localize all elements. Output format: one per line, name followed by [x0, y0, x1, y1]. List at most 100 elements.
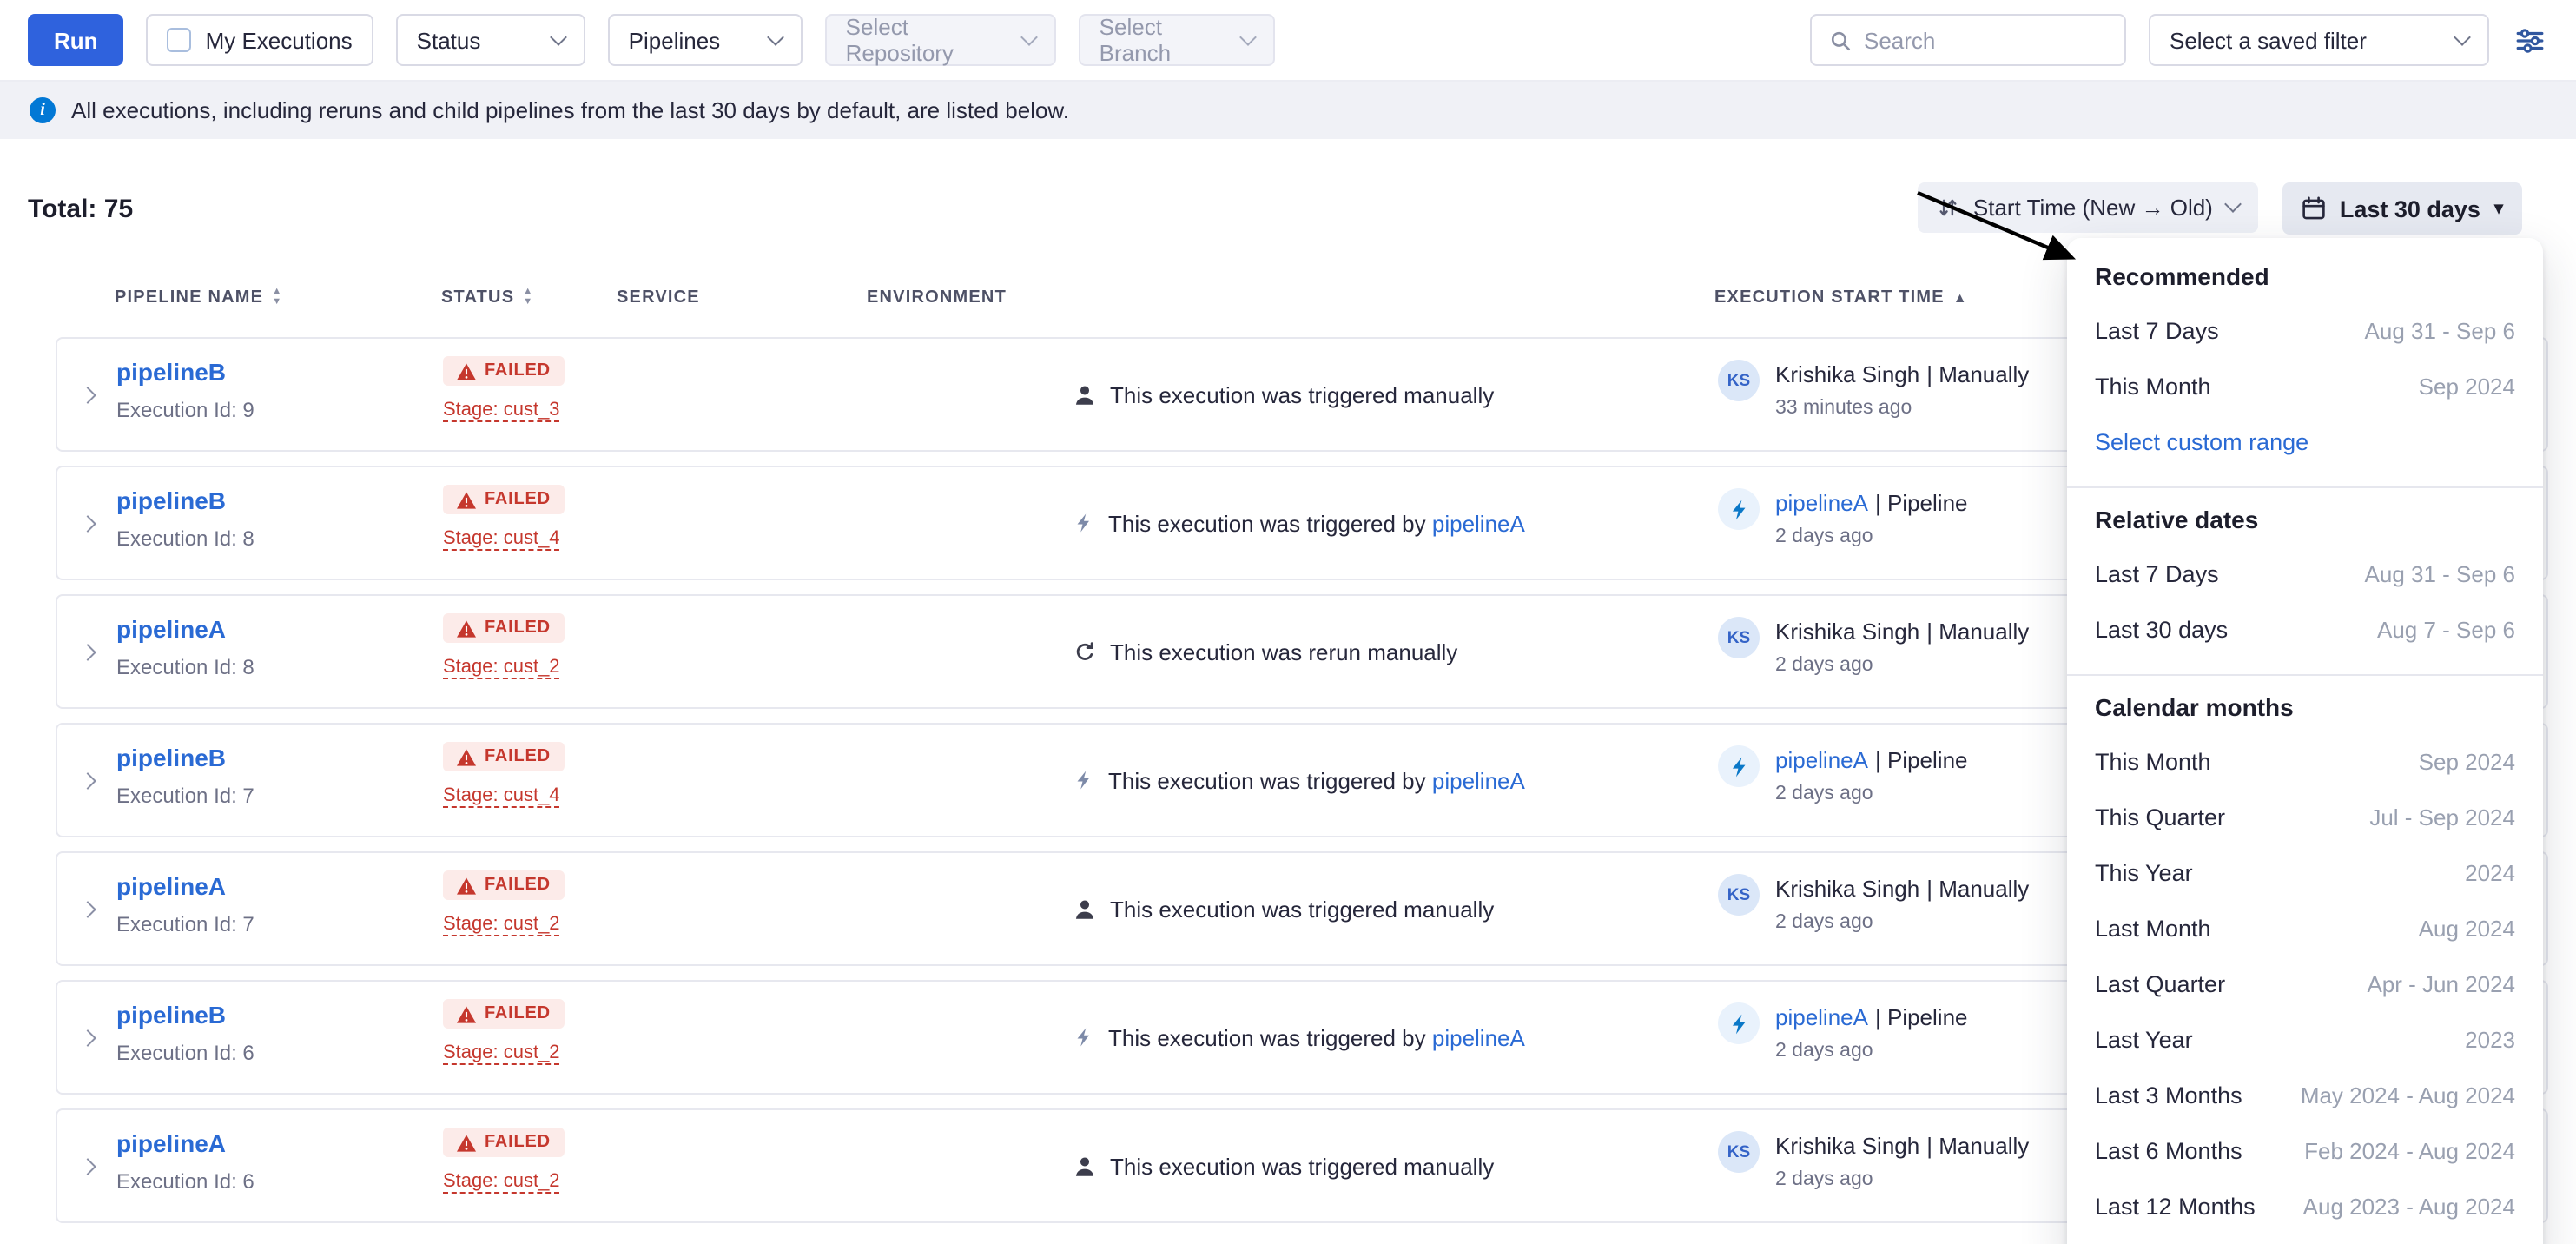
expand-row-icon[interactable] — [79, 1158, 96, 1175]
pipelines-filter-select[interactable]: Pipelines — [608, 14, 803, 66]
date-option-range: 2023 — [2465, 1026, 2515, 1052]
execution-id: Execution Id: 7 — [116, 912, 254, 936]
expand-row-icon[interactable] — [79, 644, 96, 661]
chevron-down-icon — [2224, 195, 2242, 213]
search-icon — [1829, 29, 1852, 51]
status-label: FAILED — [485, 619, 551, 638]
failed-stage-link[interactable]: Stage: cust_3 — [443, 399, 560, 421]
saved-filter-select[interactable]: Select a saved filter — [2149, 14, 2489, 66]
trigger-type-icon — [1073, 897, 1096, 920]
date-option-last-7-days[interactable]: Last 7 DaysAug 31 - Sep 6 — [2095, 302, 2515, 358]
pipeline-name-link[interactable]: pipelineB — [116, 486, 226, 514]
calendar-icon — [2302, 196, 2326, 221]
failed-stage-link[interactable]: Stage: cust_4 — [443, 784, 560, 807]
list-controls: Start Time (New → Old) Last 30 days ▾ — [1918, 182, 2522, 235]
search-box[interactable] — [1810, 14, 2126, 66]
starter-name[interactable]: pipelineA — [1775, 490, 1868, 516]
failed-stage-link[interactable]: Stage: cust_4 — [443, 527, 560, 550]
date-option-last-6-months[interactable]: Last 6 MonthsFeb 2024 - Aug 2024 — [2095, 1122, 2515, 1178]
date-option-label: This Month — [2095, 748, 2211, 774]
trigger-type-icon — [1073, 513, 1094, 533]
starter-name[interactable]: pipelineA — [1775, 1004, 1868, 1030]
repository-filter-select[interactable]: Select Repository — [825, 14, 1056, 66]
date-option-label: Last Month — [2095, 915, 2211, 941]
failed-stage-link[interactable]: Stage: cust_2 — [443, 1170, 560, 1193]
date-option-last-month[interactable]: Last MonthAug 2024 — [2095, 900, 2515, 956]
chevron-down-icon — [1020, 28, 1038, 45]
sort-ascending-icon[interactable]: ▲ — [1953, 291, 1968, 305]
column-environment: ENVIRONMENT — [867, 288, 1007, 308]
info-banner: i All executions, including reruns and c… — [0, 82, 2576, 139]
date-option-last-7-days[interactable]: Last 7 DaysAug 31 - Sep 6 — [2095, 546, 2515, 601]
date-option-this-year[interactable]: This Year2024 — [2095, 844, 2515, 900]
pipeline-name-link[interactable]: pipelineA — [116, 872, 226, 900]
search-input[interactable] — [1864, 27, 2107, 53]
saved-filter-label: Select a saved filter — [2170, 27, 2367, 53]
date-option-this-month[interactable]: This MonthSep 2024 — [2095, 733, 2515, 789]
chevron-down-icon — [1239, 28, 1257, 45]
expand-row-icon[interactable] — [79, 515, 96, 533]
date-option-range: Aug 7 - Sep 6 — [2377, 616, 2515, 642]
starter-name: Krishika Singh — [1775, 1133, 1919, 1159]
failed-stage-link[interactable]: Stage: cust_2 — [443, 1042, 560, 1064]
trigger-type-icon — [1073, 640, 1096, 663]
pipeline-cell: pipelineB Execution Id: 7 — [116, 744, 254, 808]
warning-icon — [457, 1005, 476, 1022]
column-pipeline-name[interactable]: PIPELINE NAME ▲▼ — [115, 288, 282, 308]
date-option-select-custom-range[interactable]: Select custom range — [2095, 414, 2515, 469]
pipeline-name-link[interactable]: pipelineB — [116, 1001, 226, 1029]
date-option-label: This Month — [2095, 373, 2211, 399]
pipeline-name-link[interactable]: pipelineB — [116, 358, 226, 386]
trigger-pipeline-link[interactable]: pipelineA — [1432, 767, 1525, 793]
my-executions-checkbox-group[interactable]: My Executions — [147, 14, 373, 66]
execution-id: Execution Id: 7 — [116, 784, 254, 808]
status-cell: FAILED Stage: cust_2 — [443, 999, 565, 1066]
sort-both-icon[interactable]: ▲▼ — [272, 288, 282, 308]
date-option-last-12-months[interactable]: Last 12 MonthsAug 2023 - Aug 2024 — [2095, 1178, 2515, 1234]
expand-row-icon[interactable] — [79, 901, 96, 918]
sort-order-select[interactable]: Start Time (New → Old) — [1918, 182, 2258, 233]
column-execution-start-time[interactable]: EXECUTION START TIME ▲ — [1714, 288, 1968, 308]
pipeline-name-link[interactable]: pipelineB — [116, 744, 226, 771]
trigger-mode: | Manually — [1926, 619, 2029, 645]
failed-stage-link[interactable]: Stage: cust_2 — [443, 656, 560, 678]
checkbox-icon[interactable] — [168, 28, 192, 52]
date-option-last-quarter[interactable]: Last QuarterApr - Jun 2024 — [2095, 956, 2515, 1011]
date-option-last-year[interactable]: Last Year2023 — [2095, 1011, 2515, 1067]
execution-id: Execution Id: 8 — [116, 526, 254, 551]
trigger-pipeline-link[interactable]: pipelineA — [1432, 1024, 1525, 1050]
date-option-this-month[interactable]: This MonthSep 2024 — [2095, 358, 2515, 414]
date-option-range: Aug 31 - Sep 6 — [2365, 560, 2515, 586]
panel-divider — [2067, 486, 2543, 488]
starter-name[interactable]: pipelineA — [1775, 747, 1868, 773]
pipeline-cell: pipelineA Execution Id: 7 — [116, 872, 254, 936]
date-range-select[interactable]: Last 30 days ▾ — [2282, 182, 2522, 235]
branch-filter-select[interactable]: Select Branch — [1079, 14, 1275, 66]
sort-both-icon[interactable]: ▲▼ — [523, 288, 533, 308]
status-label: FAILED — [485, 490, 551, 509]
date-option-label: This Quarter — [2095, 804, 2225, 830]
date-option-last-3-months[interactable]: Last 3 MonthsMay 2024 - Aug 2024 — [2095, 1067, 2515, 1122]
execution-time: 2 days ago — [1775, 526, 1968, 547]
pipeline-name-link[interactable]: pipelineA — [116, 1129, 226, 1157]
date-option-this-quarter[interactable]: This QuarterJul - Sep 2024 — [2095, 789, 2515, 844]
expand-row-icon[interactable] — [79, 1029, 96, 1047]
run-button[interactable]: Run — [28, 14, 124, 66]
pipeline-name-link[interactable]: pipelineA — [116, 615, 226, 643]
filter-settings-button[interactable] — [2512, 22, 2548, 58]
date-section-title: Recommended — [2095, 262, 2515, 290]
date-option-range: 2024 — [2465, 859, 2515, 885]
status-badge: FAILED — [443, 999, 565, 1029]
status-filter-select[interactable]: Status — [396, 14, 585, 66]
trigger-pipeline-link[interactable]: pipelineA — [1432, 510, 1525, 536]
expand-row-icon[interactable] — [79, 387, 96, 404]
trigger-mode: | Pipeline — [1875, 490, 1968, 516]
date-option-last-30-days[interactable]: Last 30 daysAug 7 - Sep 6 — [2095, 601, 2515, 657]
warning-icon — [457, 491, 476, 508]
execution-time: 2 days ago — [1775, 784, 1968, 804]
expand-row-icon[interactable] — [79, 772, 96, 790]
status-badge: FAILED — [443, 485, 565, 514]
failed-stage-link[interactable]: Stage: cust_2 — [443, 913, 560, 936]
column-status[interactable]: STATUS ▲▼ — [441, 288, 533, 308]
status-cell: FAILED Stage: cust_3 — [443, 356, 565, 423]
